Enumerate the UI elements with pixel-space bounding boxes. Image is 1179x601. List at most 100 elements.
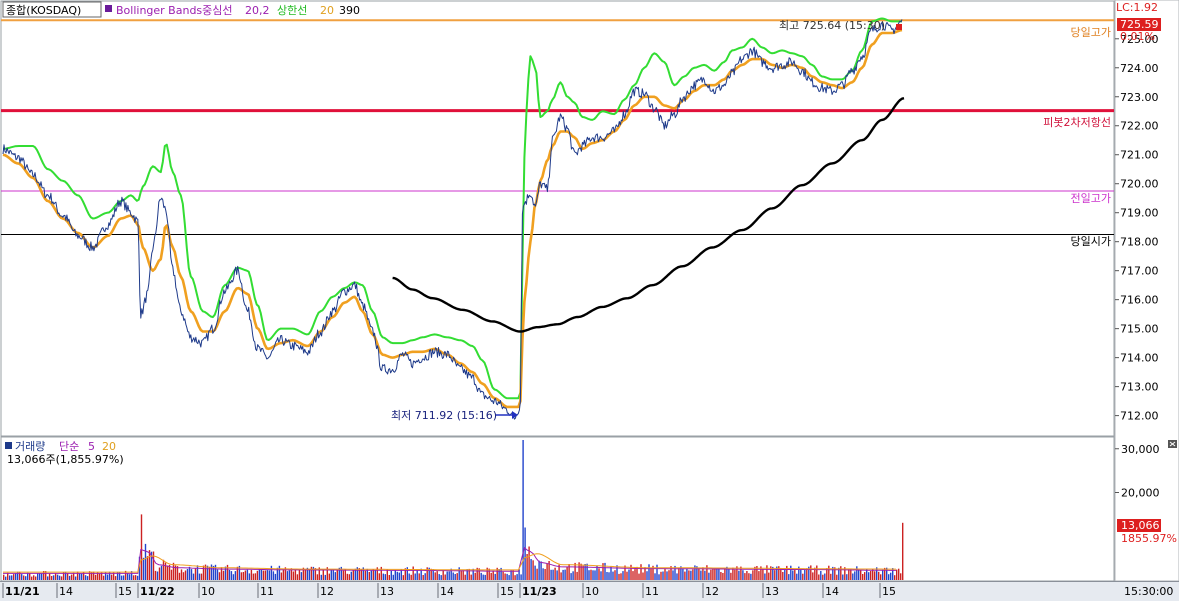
volume-bar xyxy=(604,562,606,580)
volume-bar xyxy=(850,569,852,580)
volume-bar xyxy=(846,574,848,580)
volume-bar xyxy=(698,568,700,580)
volume-bar xyxy=(270,565,273,580)
volume-bar xyxy=(684,571,686,580)
volume-bar xyxy=(80,573,83,580)
volume-bar xyxy=(764,573,766,580)
volume-bar xyxy=(724,568,726,580)
volume-bar xyxy=(712,568,714,580)
volume-bar xyxy=(218,572,221,580)
volume-bar xyxy=(296,574,299,580)
time-tick-label: 14 xyxy=(440,585,454,598)
volume-bar xyxy=(364,570,366,580)
volume-bar xyxy=(836,574,838,580)
volume-bar xyxy=(434,572,436,580)
volume-bar xyxy=(624,565,626,580)
volume-bar xyxy=(742,570,744,580)
volume-bar xyxy=(792,570,794,580)
volume-bar xyxy=(738,570,740,580)
symbol-label: 종합(KOSDAQ) xyxy=(6,4,81,17)
volume-bar xyxy=(642,572,644,580)
volume-bar xyxy=(200,573,203,580)
volume-bar xyxy=(342,570,344,580)
volume-bar xyxy=(418,573,420,580)
volume-bar xyxy=(830,573,832,580)
indicator-name: Bollinger Bands중심선 xyxy=(116,4,233,17)
volume-bar xyxy=(416,570,418,580)
volume-bar xyxy=(588,570,590,580)
volume-bar xyxy=(704,570,706,580)
volume-bar xyxy=(564,569,566,580)
volume-bar xyxy=(710,569,712,580)
time-tick-label: 10 xyxy=(201,585,215,598)
volume-bar xyxy=(870,571,872,580)
volume-bar xyxy=(272,571,275,580)
volume-bar xyxy=(794,569,796,580)
volume-bar xyxy=(230,571,233,580)
volume-bar xyxy=(544,569,546,580)
price-tick-label: 714.00 xyxy=(1120,352,1159,365)
volume-bar xyxy=(424,573,426,580)
volume-bar xyxy=(676,573,678,580)
volume-bar xyxy=(328,573,330,580)
volume-bar xyxy=(692,569,694,580)
volume-bar xyxy=(714,568,716,580)
volume-bar xyxy=(882,569,884,580)
volume-bar xyxy=(494,573,496,580)
volume-bar xyxy=(262,570,265,580)
volume-bar xyxy=(818,574,820,580)
volume-bar xyxy=(254,573,257,580)
volume-bar xyxy=(48,573,51,580)
volume-bar xyxy=(524,527,526,580)
volume-bar xyxy=(898,568,900,580)
time-tick-label: 15 xyxy=(500,585,514,598)
long-ma-label: 390 xyxy=(339,4,360,17)
volume-bar xyxy=(408,573,410,580)
volume-bar xyxy=(35,576,37,580)
volume-bar xyxy=(29,573,31,580)
volume-bar xyxy=(452,572,454,580)
volume-bar xyxy=(560,572,562,580)
volume-bar xyxy=(666,571,668,580)
price-tick-label: 723.00 xyxy=(1120,91,1159,104)
price-tick-label: 721.00 xyxy=(1120,149,1159,162)
volume-bar xyxy=(324,574,326,580)
volume-bar xyxy=(50,576,53,580)
volume-bar xyxy=(686,568,688,580)
change-tag-text: 0.01% xyxy=(1120,30,1155,43)
volume-bar xyxy=(294,569,297,580)
volume-bar xyxy=(212,565,215,580)
volume-bar xyxy=(752,570,754,580)
volume-bar xyxy=(484,574,486,580)
volume-bar xyxy=(244,570,247,580)
chart-canvas: 725.00724.00723.00722.00721.00720.00719.… xyxy=(0,0,1179,601)
price-panel xyxy=(0,0,1115,437)
volume-bar xyxy=(590,569,592,580)
volume-bar xyxy=(658,574,660,580)
volume-bar xyxy=(23,575,25,580)
prev-high-label: 전일고가 xyxy=(1071,191,1111,205)
volume-bar xyxy=(462,570,464,580)
volume-bar xyxy=(76,571,79,580)
volume-bar xyxy=(136,575,139,580)
volume-bar xyxy=(856,566,858,580)
time-tick-label: 12 xyxy=(705,585,719,598)
volume-bar xyxy=(610,566,612,580)
volume-bar xyxy=(41,573,43,580)
ma-label: 20 xyxy=(320,4,334,17)
time-tick-label: 15 xyxy=(882,585,896,598)
volume-bar xyxy=(572,571,574,580)
volume-bar xyxy=(628,569,630,580)
volume-bar xyxy=(308,569,311,580)
volume-bar xyxy=(570,573,572,580)
volume-ma-label: 단순 xyxy=(59,440,79,453)
volume-bar xyxy=(252,573,255,580)
volume-bar xyxy=(60,576,63,580)
volume-bar xyxy=(266,570,269,580)
volume-bar xyxy=(848,569,850,580)
volume-bar xyxy=(648,564,650,580)
volume-panel-close-icon[interactable] xyxy=(1168,440,1177,448)
volume-bar xyxy=(678,567,680,580)
volume-tick-label: 20,000 xyxy=(1121,487,1160,500)
volume-bar xyxy=(474,572,476,580)
